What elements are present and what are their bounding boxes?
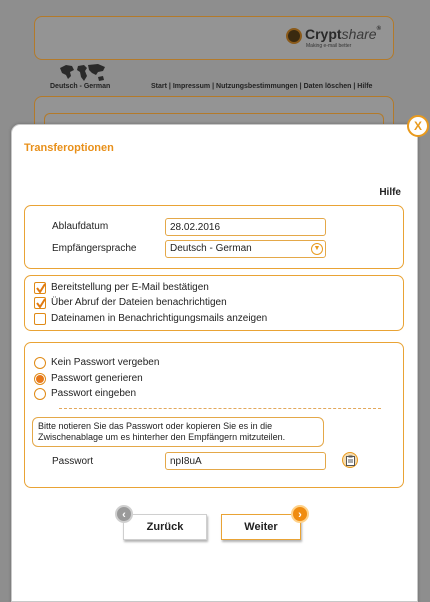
top-navigation: Start | Impressum | Nutzungsbestimmungen… — [151, 83, 372, 90]
checkbox-label: Über Abruf der Dateien benachrichtigen — [51, 297, 227, 308]
notification-section: Bereitstellung per E-Mail bestätigen Übe… — [24, 275, 404, 331]
close-button[interactable]: X — [407, 115, 429, 137]
recipient-language-select[interactable]: Deutsch - German ▼ — [165, 240, 326, 258]
password-input[interactable] — [165, 452, 326, 470]
checkbox-label: Bereitstellung per E-Mail bestätigen — [51, 282, 209, 293]
notify-download-checkbox[interactable] — [34, 297, 46, 309]
checkmark-icon — [36, 298, 46, 309]
chevron-down-icon: ▼ — [311, 243, 323, 255]
next-button[interactable]: Weiter — [221, 514, 301, 540]
recipient-language-label: Empfängersprache — [52, 243, 137, 254]
password-section: Kein Passwort vergeben Passwort generier… — [24, 342, 404, 488]
generate-password-radio[interactable] — [34, 373, 46, 385]
nav-link-delete-data[interactable]: Daten löschen — [304, 83, 352, 90]
radio-label: Passwort eingeben — [51, 388, 137, 399]
password-info-text: Bitte notieren Sie das Passwort oder kop… — [32, 417, 324, 447]
nav-link-start[interactable]: Start — [151, 83, 167, 90]
expiry-date-label: Ablaufdatum — [52, 221, 109, 232]
checkbox-label: Dateinamen in Benachrichtigungsmails anz… — [51, 313, 268, 324]
no-password-radio[interactable] — [34, 357, 46, 369]
divider — [59, 408, 381, 409]
nav-link-terms[interactable]: Nutzungsbestimmungen — [216, 83, 298, 90]
help-link[interactable]: Hilfe — [379, 187, 401, 198]
password-label: Passwort — [52, 456, 94, 467]
chevron-right-icon[interactable]: › — [291, 505, 309, 523]
enter-password-radio[interactable] — [34, 388, 46, 400]
cryptshare-logo: Cryptshare® Making e-mail better — [286, 26, 381, 52]
cryptshare-logo-icon — [286, 28, 302, 44]
nav-link-impressum[interactable]: Impressum — [173, 83, 210, 90]
chevron-left-icon[interactable]: ‹ — [115, 505, 133, 523]
back-button[interactable]: Zurück — [123, 514, 207, 540]
transfer-options-dialog: Transferoptionen Hilfe Ablaufdatum Empfä… — [11, 124, 418, 602]
settings-section: Ablaufdatum Empfängersprache Deutsch - G… — [24, 205, 404, 269]
recipient-language-value: Deutsch - German — [170, 243, 252, 254]
logo-wordmark: Cryptshare® — [305, 26, 382, 42]
confirm-delivery-checkbox[interactable] — [34, 282, 46, 294]
close-icon: X — [413, 119, 422, 133]
expiry-date-input[interactable] — [165, 218, 326, 236]
show-filenames-checkbox[interactable] — [34, 313, 46, 325]
dialog-title: Transferoptionen — [24, 142, 114, 154]
logo-tagline: Making e-mail better — [306, 43, 352, 49]
radio-label: Passwort generieren — [51, 373, 143, 384]
nav-link-help[interactable]: Hilfe — [357, 83, 372, 90]
radio-label: Kein Passwort vergeben — [51, 357, 160, 368]
clipboard-icon — [346, 455, 355, 466]
language-link[interactable]: Deutsch - German — [50, 83, 110, 90]
world-map-icon[interactable] — [58, 62, 108, 84]
checkmark-icon — [36, 283, 46, 294]
copy-password-button[interactable] — [342, 452, 358, 468]
